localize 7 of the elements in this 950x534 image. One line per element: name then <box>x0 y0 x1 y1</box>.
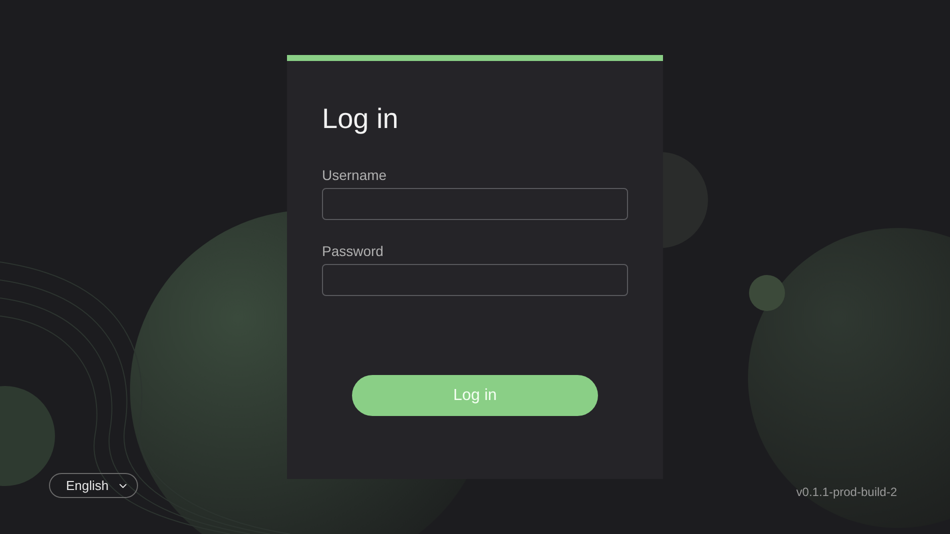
input-field[interactable] <box>322 264 628 296</box>
field-label: Password <box>322 242 384 260</box>
version-text: v0.1.1-prod-build-2 <box>796 484 897 501</box>
card-title: Log in <box>322 102 400 136</box>
input-field[interactable] <box>322 188 628 220</box>
field-label: Username <box>322 166 388 184</box>
language-select[interactable]: English <box>49 473 138 498</box>
